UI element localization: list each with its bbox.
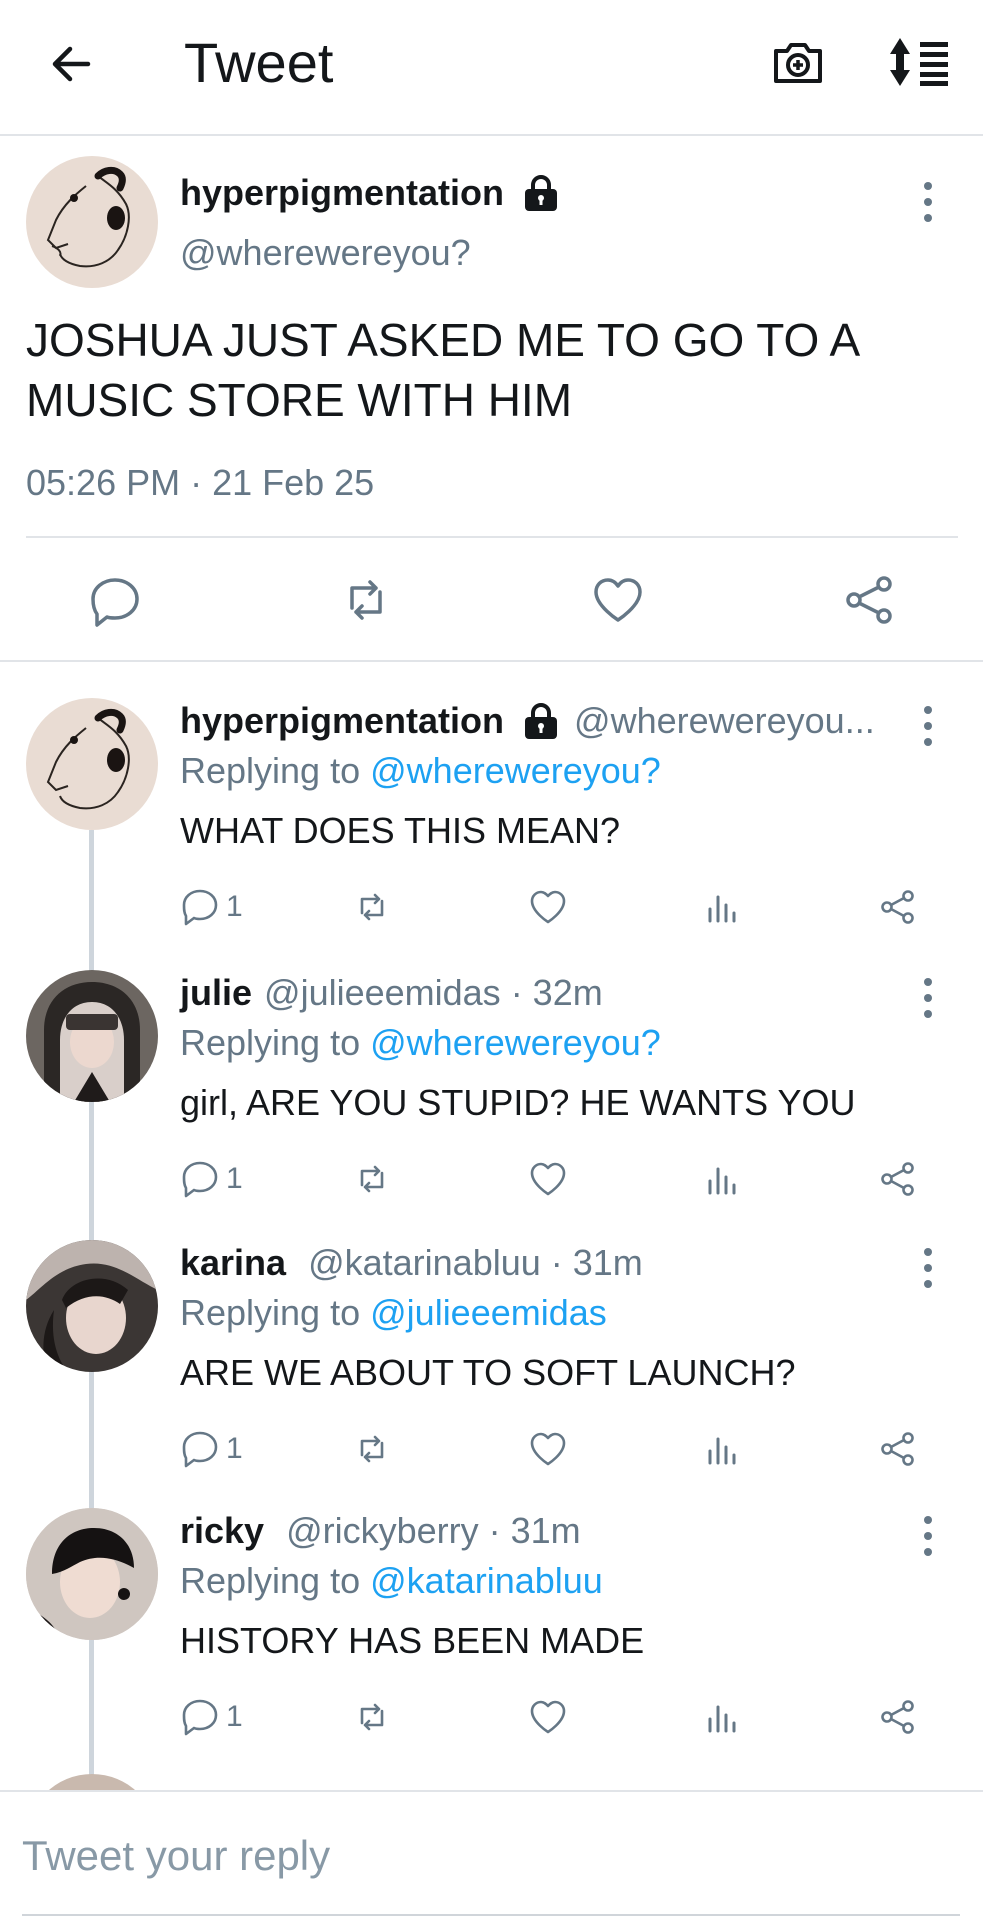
- share-icon[interactable]: [878, 1156, 918, 1202]
- avatar[interactable]: [26, 1508, 158, 1640]
- retweet-icon[interactable]: [352, 1426, 392, 1472]
- reply-handle[interactable]: @katarinabluu: [308, 1242, 541, 1284]
- replying-to: Replying to @wherewereyou?: [180, 750, 661, 792]
- reply-actions: 1: [180, 1426, 940, 1474]
- reply-actions: 1: [180, 1694, 940, 1742]
- reply-text: ARE WE ABOUT TO SOFT LAUNCH?: [180, 1352, 796, 1393]
- analytics-icon[interactable]: [702, 1694, 742, 1740]
- reply-text: HISTORY HAS BEEN MADE: [180, 1620, 645, 1661]
- tweet-text: JOSHUA JUST ASKED ME TO GO TO A MUSIC ST…: [26, 314, 858, 426]
- share-icon[interactable]: [878, 884, 918, 930]
- reply-time: · 31m: [550, 1242, 643, 1283]
- replying-mention-link[interactable]: @wherewereyou?: [370, 1022, 661, 1063]
- reply-tweet[interactable]: julie @julieeemidas · 32m Replying to @w…: [0, 970, 983, 1238]
- reply-icon[interactable]: [87, 572, 143, 628]
- retweet-icon[interactable]: [352, 884, 392, 930]
- like-icon[interactable]: [528, 1426, 568, 1472]
- author-handle[interactable]: @wherewereyou?: [180, 232, 471, 274]
- replying-label: Replying to: [180, 1292, 361, 1333]
- reply-count: 1: [226, 890, 243, 923]
- reply-tweet[interactable]: hyperpigmentation @wherewereyou... Reply…: [0, 698, 983, 966]
- reply-header: ricky @rickyberry · 31m: [180, 1510, 581, 1552]
- avatar[interactable]: [26, 156, 158, 288]
- reply-actions: 1: [180, 1156, 940, 1204]
- replying-label: Replying to: [180, 1022, 361, 1063]
- author-display-name[interactable]: hyperpigmentation: [180, 172, 504, 214]
- section-divider: [0, 660, 983, 662]
- reply-count: 1: [226, 1162, 243, 1195]
- more-options-icon[interactable]: [916, 1514, 940, 1558]
- reply-icon: [182, 1431, 218, 1468]
- reply-input[interactable]: [22, 1828, 922, 1884]
- reply-icon: [182, 1699, 218, 1736]
- reply-button[interactable]: 1: [180, 1694, 243, 1740]
- reply-button[interactable]: 1: [180, 884, 243, 930]
- replying-label: Replying to: [180, 750, 361, 791]
- reply-composer: [0, 1790, 983, 1922]
- reply-text: WHAT DOES THIS MEAN?: [180, 810, 621, 851]
- share-icon[interactable]: [842, 572, 898, 628]
- reply-button[interactable]: 1: [180, 1156, 243, 1202]
- reply-display-name[interactable]: hyperpigmentation: [180, 700, 504, 742]
- share-icon[interactable]: [878, 1426, 918, 1472]
- more-options-icon[interactable]: [916, 704, 940, 748]
- reply-icon: [182, 1161, 218, 1198]
- author-name-row: hyperpigmentation: [180, 172, 560, 214]
- replying-mention-link[interactable]: @katarinabluu: [370, 1560, 603, 1601]
- main-tweet: hyperpigmentation @wherewereyou? JOSHUA …: [0, 134, 983, 662]
- reply-count: 1: [226, 1432, 243, 1465]
- lock-icon: [522, 701, 560, 741]
- replying-to: Replying to @julieeemidas: [180, 1292, 607, 1334]
- replying-to: Replying to @wherewereyou?: [180, 1022, 661, 1064]
- like-icon[interactable]: [528, 1694, 568, 1740]
- replying-label: Replying to: [180, 1560, 361, 1601]
- reply-handle[interactable]: @rickyberry: [286, 1510, 479, 1552]
- back-arrow-icon[interactable]: [44, 36, 100, 92]
- reply-time: · 32m: [510, 972, 603, 1013]
- page-title: Tweet: [184, 31, 334, 94]
- avatar[interactable]: [26, 698, 158, 830]
- tweet-timestamp: 05:26 PM · 21 Feb 25: [26, 462, 375, 503]
- reply-button[interactable]: 1: [180, 1426, 243, 1472]
- reply-display-name[interactable]: ricky: [180, 1510, 264, 1552]
- analytics-icon[interactable]: [702, 1426, 742, 1472]
- retweet-icon[interactable]: [352, 1694, 392, 1740]
- reply-text: girl, ARE YOU STUPID? HE WANTS YOU: [180, 1082, 856, 1123]
- replying-to: Replying to @katarinabluu: [180, 1560, 603, 1602]
- replying-mention-link[interactable]: @julieeemidas: [370, 1292, 607, 1333]
- reply-tweet[interactable]: ricky @rickyberry · 31m Replying to @kat…: [0, 1508, 983, 1776]
- divider: [26, 536, 958, 538]
- reply-time: · 31m: [488, 1510, 581, 1551]
- camera-plus-icon[interactable]: [770, 34, 826, 90]
- reply-header: julie @julieeemidas · 32m: [180, 972, 603, 1014]
- reply-handle[interactable]: @wherewereyou...: [574, 700, 875, 742]
- like-icon[interactable]: [528, 1156, 568, 1202]
- reply-display-name[interactable]: julie: [180, 972, 252, 1014]
- top-app-bar: Tweet: [0, 0, 983, 136]
- avatar[interactable]: [26, 1240, 158, 1372]
- reply-header: karina @katarinabluu · 31m: [180, 1242, 643, 1284]
- input-underline: [22, 1914, 960, 1916]
- reply-icon: [182, 889, 218, 926]
- reply-actions: 1: [180, 884, 940, 932]
- avatar[interactable]: [26, 970, 158, 1102]
- share-icon[interactable]: [878, 1694, 918, 1740]
- reply-tweet[interactable]: karina @katarinabluu · 31m Replying to @…: [0, 1240, 983, 1508]
- reply-display-name[interactable]: karina: [180, 1242, 286, 1284]
- reply-header: hyperpigmentation @wherewereyou...: [180, 700, 875, 742]
- more-options-icon[interactable]: [916, 976, 940, 1020]
- retweet-icon[interactable]: [352, 1156, 392, 1202]
- analytics-icon[interactable]: [702, 1156, 742, 1202]
- lock-icon: [522, 173, 560, 213]
- reply-handle[interactable]: @julieeemidas: [264, 972, 501, 1014]
- more-options-icon[interactable]: [916, 1246, 940, 1290]
- like-icon[interactable]: [590, 572, 646, 628]
- more-options-icon[interactable]: [916, 180, 940, 224]
- replying-mention-link[interactable]: @wherewereyou?: [370, 750, 661, 791]
- reply-count: 1: [226, 1700, 243, 1733]
- analytics-icon[interactable]: [702, 884, 742, 930]
- retweet-icon[interactable]: [338, 572, 394, 628]
- like-icon[interactable]: [528, 884, 568, 930]
- sort-icon[interactable]: [888, 36, 952, 88]
